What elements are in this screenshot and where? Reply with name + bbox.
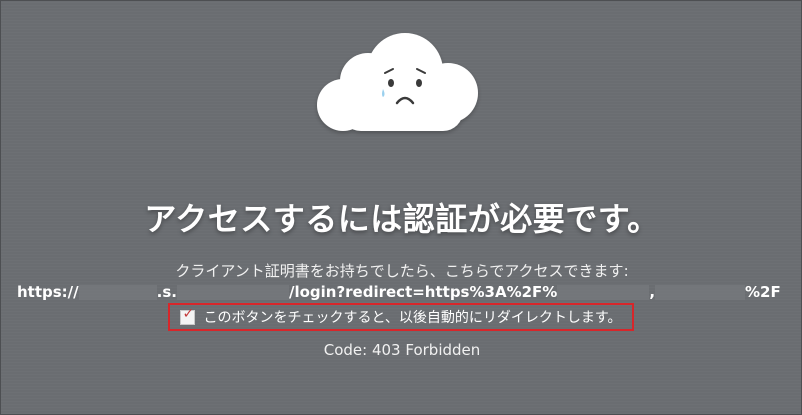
checkmark-icon: ✓ <box>182 305 195 322</box>
page-frame: アクセスするには認証が必要です。 クライアント証明書をお持ちでしたら、こちらでア… <box>0 0 802 415</box>
auto-redirect-label: このボタンをチェックすると、以後自動的にリダイレクトします。 <box>203 310 622 326</box>
redacted-host <box>78 284 157 300</box>
certificate-prompt: クライアント証明書をお持ちでしたら、こちらでアクセスできます: <box>175 262 629 280</box>
status-code: Code: 403 Forbidden <box>323 341 481 359</box>
page-title: アクセスするには認証が必要です。 <box>144 200 660 238</box>
url-suffix: %2F <box>745 283 781 301</box>
redacted-redirect-path <box>655 284 746 300</box>
url-scheme: https:// <box>17 283 79 301</box>
url-path: /login?redirect=https%3A%2F% <box>288 283 558 301</box>
url-domain-part: .s. <box>156 283 177 301</box>
auto-redirect-checkbox[interactable]: ✓ <box>180 305 196 325</box>
redirect-url-link[interactable]: https:// .s. /login?redirect=https%3A%2F… <box>17 283 787 301</box>
auto-redirect-option[interactable]: ✓ このボタンをチェックすると、以後自動的にリダイレクトします。 <box>168 303 634 331</box>
redacted-redirect-host <box>557 284 650 300</box>
redacted-domain <box>176 284 289 300</box>
sad-cloud-icon <box>317 33 478 131</box>
